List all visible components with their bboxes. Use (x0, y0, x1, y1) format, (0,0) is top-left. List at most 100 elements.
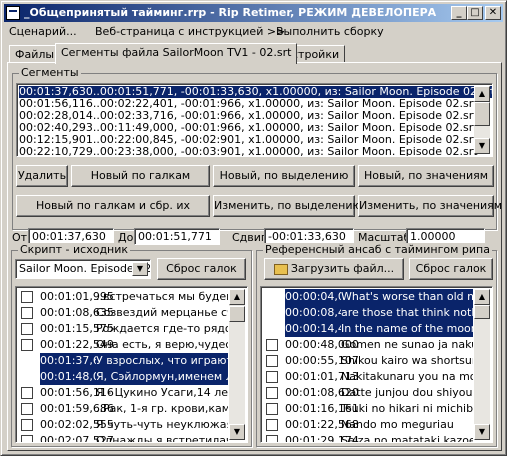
minimize-button[interactable]: _ (451, 6, 467, 20)
main-window: _Общепринятый тайминг.rrp - Rip Retimer,… (0, 0, 507, 456)
row-text: Datte junjou dou shiyouhea (341, 386, 473, 399)
chevron-down-icon[interactable]: ▼ (132, 262, 148, 276)
row-checkbox[interactable] (266, 355, 278, 367)
row-checkbox[interactable] (266, 371, 278, 383)
row-checkbox[interactable] (21, 355, 33, 367)
row-checkbox[interactable] (21, 387, 33, 399)
reference-line-row[interactable]: 00:00:48,000Gomen ne sunao ja nakute (263, 337, 473, 353)
scroll-up-icon[interactable]: ▲ (229, 289, 245, 305)
reference-line-row[interactable]: 00:01:16,161Tsuki no hikari ni michibika (263, 401, 473, 417)
delete-button[interactable]: Удалить (16, 165, 68, 187)
script-line-row[interactable]: 00:01:08,635 Созвездий мерцанье сч (18, 305, 228, 321)
reference-scrollbar[interactable]: ▲ ▼ (474, 289, 490, 440)
to-field[interactable]: 00:01:51,771 (134, 228, 220, 245)
scroll-down-icon[interactable]: ▼ (474, 424, 490, 440)
script-line-row[interactable]: 00:01:01,995 ..встречаться мы будем (18, 289, 228, 305)
script-scrollbar[interactable]: ▲ ▼ (229, 289, 245, 440)
row-text: ..встречаться мы будем (96, 290, 228, 303)
row-text: У взрослых, что играют (96, 353, 228, 369)
row-checkbox[interactable] (266, 291, 278, 303)
change-by-selection-button[interactable]: Изменить, по выделению (213, 195, 362, 217)
folder-open-icon (273, 263, 288, 275)
segments-list[interactable]: 00:01:37,630..00:01:51,771, -00:01:33,63… (16, 83, 493, 157)
script-line-row[interactable]: 00:01:59,686 ..Рак, 1-я гр. крови,каме (18, 401, 228, 417)
row-checkbox[interactable] (21, 419, 33, 431)
segment-row[interactable]: 00:22:10,729..00:23:38,000, -00:03:901, … (19, 146, 478, 157)
change-by-values-button[interactable]: Изменить, по значениям (358, 195, 502, 217)
script-line-row[interactable]: 00:01:37,630 У взрослых, что играют (18, 353, 228, 369)
script-line-row[interactable]: 00:01:15,575 Рождается где-то рядом (18, 321, 228, 337)
window-title: _Общепринятый тайминг.rrp - Rip Retimer,… (24, 6, 437, 19)
reference-lines-list[interactable]: 00:00:04,000What's worse than old men00:… (260, 286, 493, 443)
row-checkbox[interactable] (266, 323, 278, 335)
row-text: Gomen ne sunao ja nakute (341, 338, 473, 351)
row-text: What's worse than old men (341, 289, 473, 305)
row-text: In the name of the moon,Sa (341, 321, 473, 337)
scroll-thumb[interactable] (474, 305, 490, 319)
reference-line-row[interactable]: 00:00:55,107Shikou kairo wa shortsunze (263, 353, 473, 369)
scroll-up-icon[interactable]: ▲ (474, 289, 490, 305)
row-text: Однажды я встретилачё (96, 434, 228, 443)
reference-line-row[interactable]: 00:00:14,411In the name of the moon,Sa (263, 321, 473, 337)
row-checkbox[interactable] (266, 339, 278, 351)
row-checkbox[interactable] (266, 435, 278, 442)
script-line-row[interactable]: 00:01:56,116 Я - Цукино Усаги,14 лет (18, 385, 228, 401)
scroll-down-icon[interactable]: ▼ (229, 424, 245, 440)
tab-segments[interactable]: Сегменты файла SailorMoon TV1 - 02.srt (55, 43, 298, 64)
reference-line-row[interactable]: 00:01:08,620Datte junjou dou shiyouhea (263, 385, 473, 401)
title-bar[interactable]: _Общепринятый тайминг.rrp - Rip Retimer,… (4, 4, 503, 22)
load-file-button[interactable]: Загрузить файл... (264, 258, 404, 280)
row-checkbox[interactable] (21, 307, 33, 319)
new-by-selection-button[interactable]: Новый, по выделению (213, 165, 355, 187)
menu-build[interactable]: Выполнить сборку (276, 25, 384, 38)
row-text: Я чуть-чуть неуклюжая,и (96, 418, 228, 431)
row-checkbox[interactable] (21, 403, 33, 415)
row-checkbox[interactable] (21, 291, 33, 303)
row-text: Я, Сэйлормун,именем Л (96, 369, 228, 385)
script-line-row[interactable]: 00:02:02,555Я чуть-чуть неуклюжая,и (18, 417, 228, 433)
script-lines-list[interactable]: 00:01:01,995 ..встречаться мы будем 00:01:… (15, 286, 248, 443)
row-checkbox[interactable] (266, 403, 278, 415)
row-checkbox[interactable] (21, 323, 33, 335)
tab-files[interactable]: Файлы (9, 45, 61, 63)
row-text: Созвездий мерцанье сч (96, 306, 228, 319)
reference-reset-checks-button[interactable]: Сброс галок (409, 258, 493, 280)
reference-line-row[interactable]: 00:01:22,568 Nando mo meguriau (263, 417, 473, 433)
reference-line-row[interactable]: 00:01:01,713Nakitakunaru you na moon (263, 369, 473, 385)
new-by-values-button[interactable]: Новый, по значениям (358, 165, 494, 187)
close-button[interactable]: ✕ (485, 6, 501, 20)
menu-scenario[interactable]: Сценарий... (9, 25, 77, 38)
segments-group: Сегменты 00:01:37,630..00:01:51,771, -00… (12, 66, 502, 230)
scroll-down-icon[interactable]: ▼ (474, 138, 490, 154)
row-text: Nakitakunaru you na moon (341, 370, 473, 383)
segments-scrollbar[interactable]: ▲ ▼ (474, 86, 490, 154)
row-checkbox[interactable] (21, 435, 33, 442)
new-by-checks-button[interactable]: Новый по галкам (71, 165, 210, 187)
script-line-row[interactable]: 00:01:22,549 Она есть, я верю,чудес (18, 337, 228, 353)
script-group: Скрипт - исходник Sailor Moon. Episode 0… (11, 243, 252, 447)
reference-line-row[interactable]: 00:00:08,405are those that think nothing (263, 305, 473, 321)
scroll-thumb[interactable] (474, 102, 490, 126)
script-file-select[interactable]: Sailor Moon. Episode 02 ▼ (15, 259, 151, 279)
script-line-row[interactable]: 00:01:48,041 Я, Сэйлормун,именем Л (18, 369, 228, 385)
scroll-thumb[interactable] (229, 306, 245, 322)
menu-bar: Сценарий... Веб-страница с инструкцией >… (4, 23, 503, 41)
row-checkbox[interactable] (21, 339, 33, 351)
row-checkbox[interactable] (21, 371, 33, 383)
menu-web-instructions[interactable]: Веб-страница с инструкцией >> (95, 25, 285, 38)
reference-line-row[interactable]: 00:01:29,174Seiza no matataki kazoeura (263, 433, 473, 442)
new-by-checks-reset-button[interactable]: Новый по галкам и сбр. их (16, 195, 210, 217)
script-line-row[interactable]: 00:02:07,527 Однажды я встретилачё (18, 433, 228, 443)
script-reset-checks-button[interactable]: Сброс галок (157, 258, 246, 280)
segments-legend: Сегменты (19, 66, 81, 79)
row-checkbox[interactable] (266, 419, 278, 431)
maximize-button[interactable]: □ (467, 6, 483, 20)
app-icon[interactable] (6, 6, 20, 20)
row-checkbox[interactable] (266, 387, 278, 399)
tab-strip: Файлы Сегменты файла SailorMoon TV1 - 02… (7, 43, 502, 64)
scroll-up-icon[interactable]: ▲ (474, 86, 490, 102)
reference-line-row[interactable]: 00:00:04,000What's worse than old men (263, 289, 473, 305)
row-text: Nando mo meguriau (341, 418, 454, 431)
row-checkbox[interactable] (266, 307, 278, 319)
row-text: Tsuki no hikari ni michibika (341, 402, 473, 415)
